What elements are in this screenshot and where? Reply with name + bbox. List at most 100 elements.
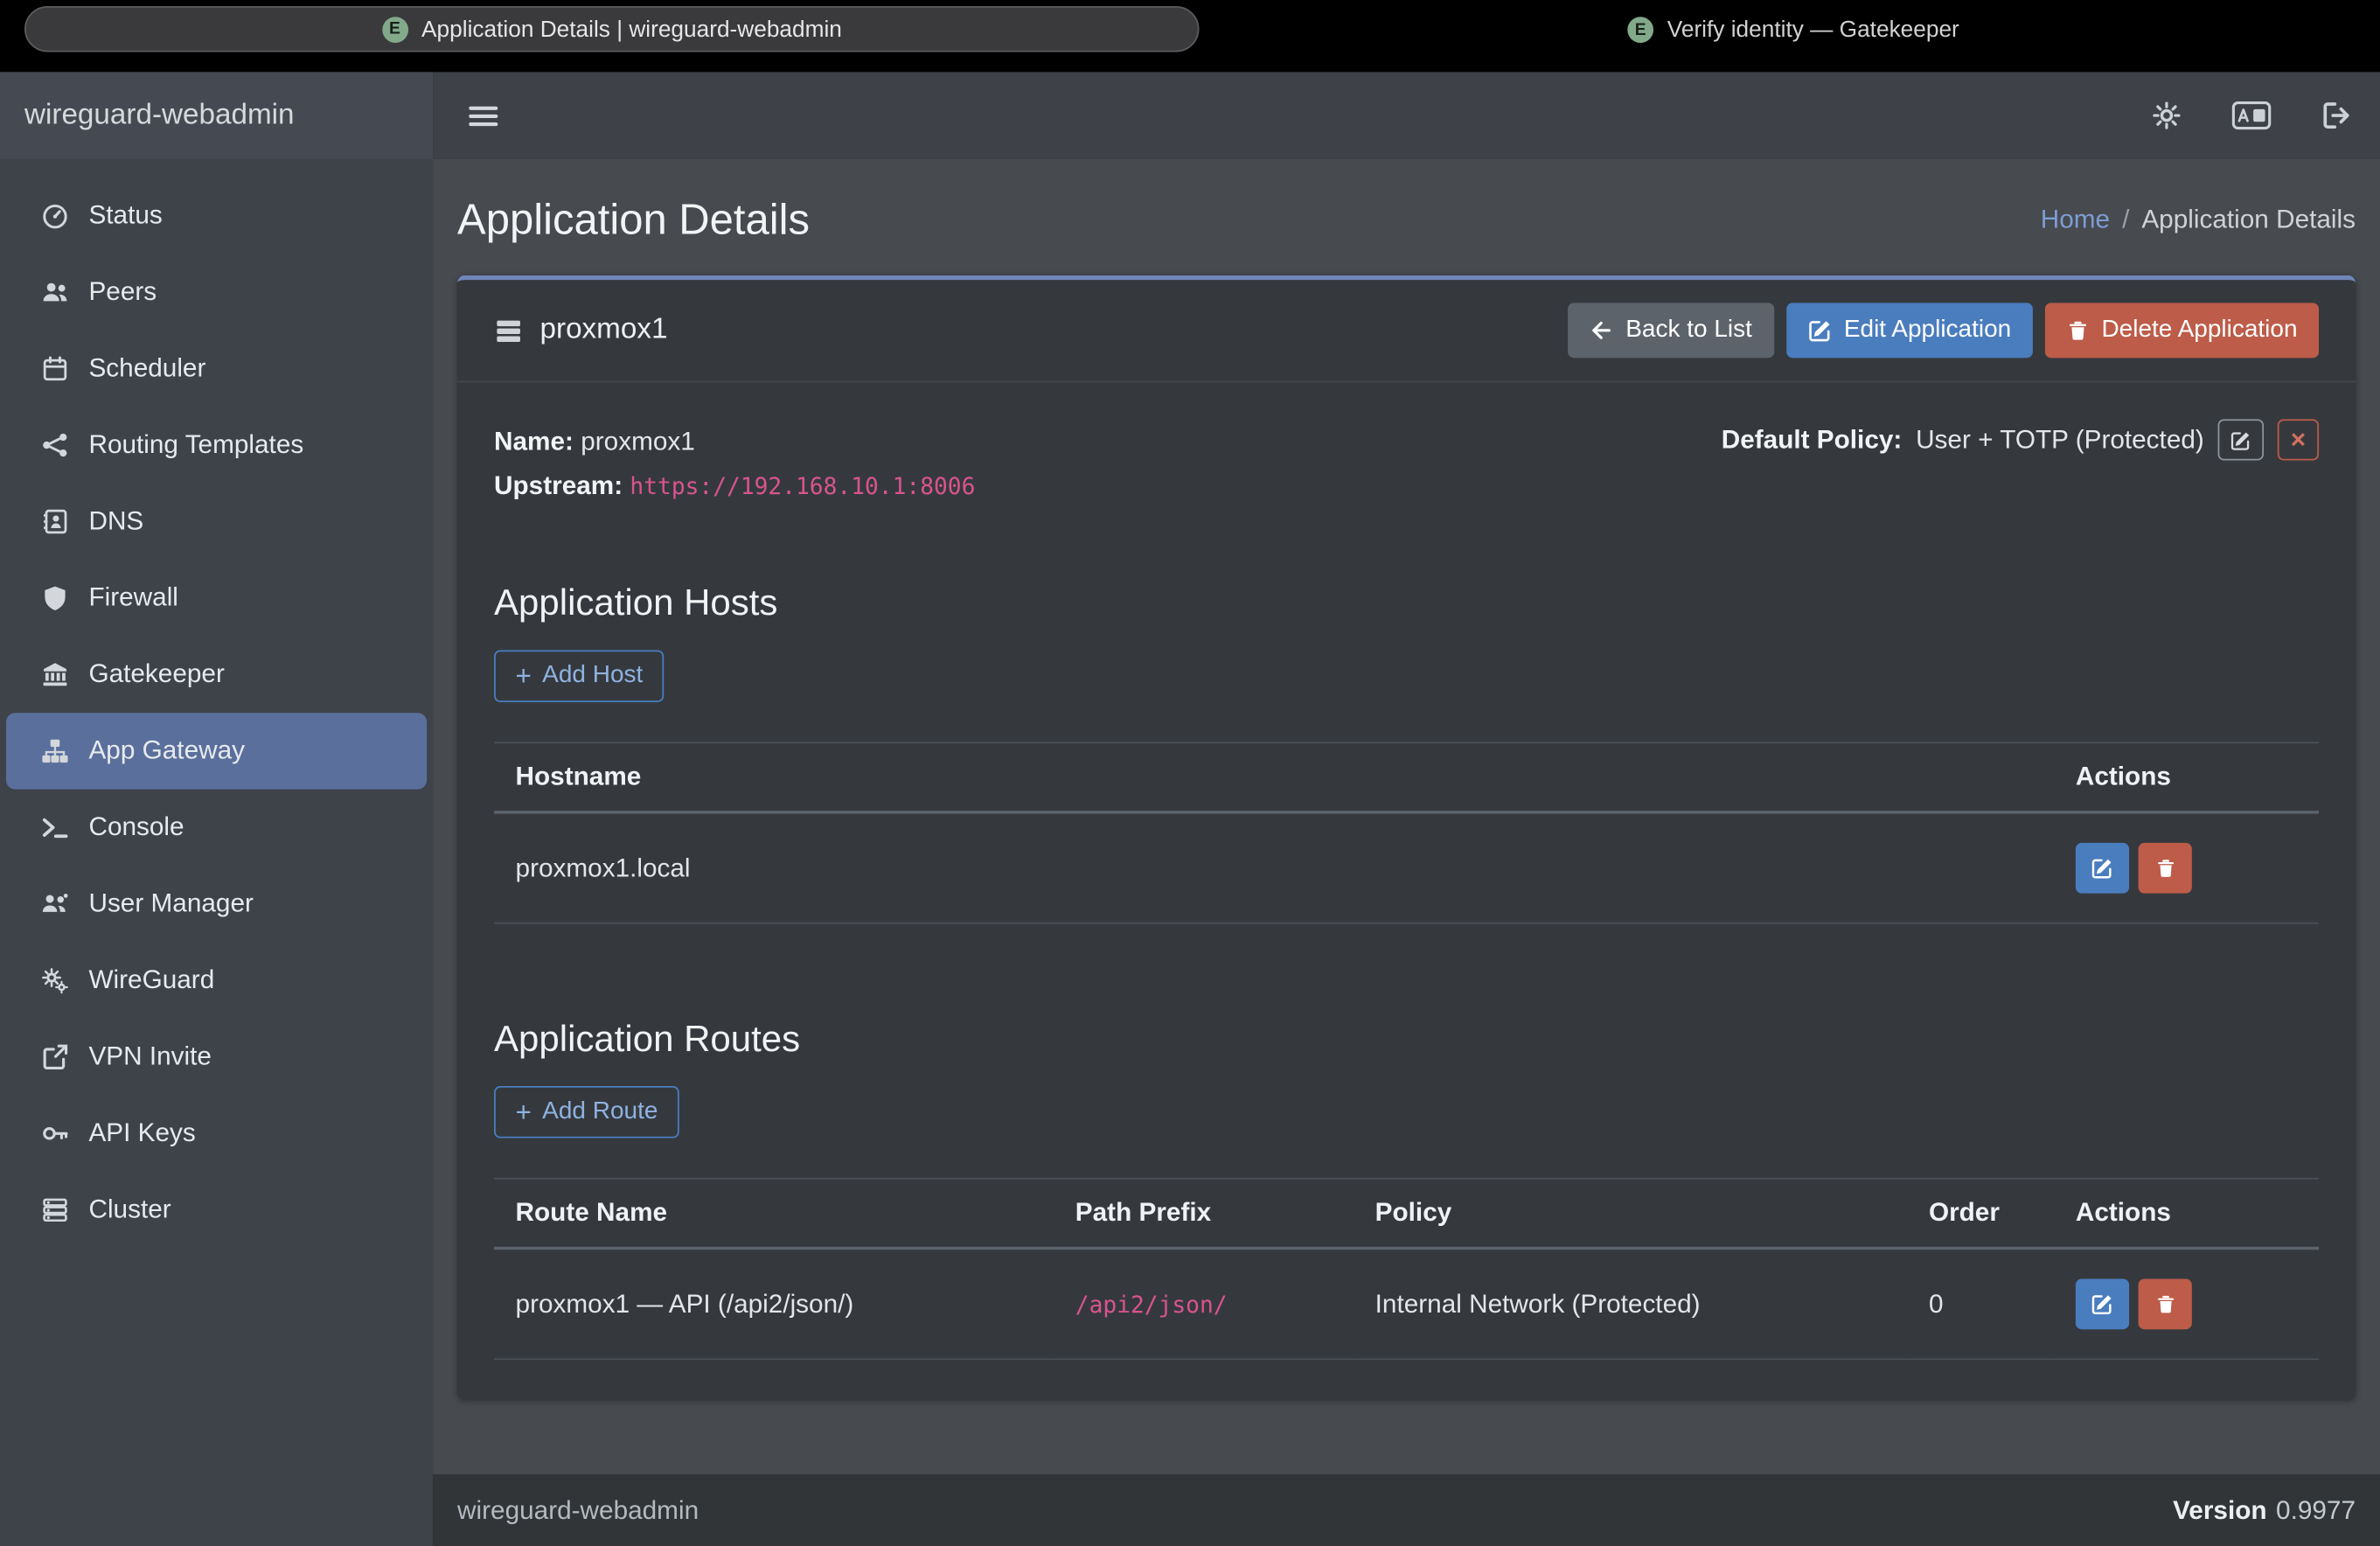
favicon-icon: E [382,16,408,42]
key-icon [37,1120,73,1147]
sidebar-item-scheduler[interactable]: Scheduler [6,331,427,407]
top-navbar [433,72,2380,159]
delete-host-button[interactable] [2139,843,2192,894]
upstream-label: Upstream: [494,471,623,500]
sidebar: wireguard-webadmin Status Peers Schedule… [0,72,433,1546]
clear-policy-button[interactable]: × [2278,419,2319,460]
sidebar-item-api-keys[interactable]: API Keys [6,1096,427,1172]
hosts-table: Hostname Actions proxmox1.local [494,742,2319,923]
routes-col-actions: Actions [2054,1179,2319,1249]
favicon-icon: E [1627,17,1653,43]
breadcrumb-home-link[interactable]: Home [2041,205,2110,235]
tab-title: Application Details | wireguard-webadmin [421,16,842,42]
terminal-icon [37,814,73,841]
bank-icon [37,661,73,688]
policy-cell: Internal Network (Protected) [1354,1248,1907,1359]
sidebar-item-wireguard[interactable]: WireGuard [6,943,427,1019]
sidebar-item-vpn-invite[interactable]: VPN Invite [6,1019,427,1095]
sidebar-item-cluster[interactable]: Cluster [6,1172,427,1248]
trash-icon [2154,857,2175,880]
sidebar-item-label: API Keys [88,1118,195,1149]
sidebar-item-user-manager[interactable]: User Manager [6,866,427,942]
sidebar-item-firewall[interactable]: Firewall [6,560,427,636]
pencil-square-icon [2230,429,2251,450]
routes-table: Route Name Path Prefix Policy Order Acti… [494,1178,2319,1360]
add-host-button[interactable]: + Add Host [494,650,665,701]
back-to-list-button[interactable]: Back to List [1568,303,1774,358]
calendar-icon [37,355,73,382]
pencil-square-icon [1807,318,1832,343]
routes-col-order: Order [1907,1179,2054,1249]
breadcrumb-current: Application Details [2141,205,2356,235]
sidebar-item-label: Firewall [88,583,177,614]
sidebar-item-peers[interactable]: Peers [6,254,427,330]
route-icon [37,431,73,458]
edit-policy-button[interactable] [2218,419,2264,460]
browser-tab-bar: E Application Details | wireguard-webadm… [0,0,2380,72]
routes-col-route-name: Route Name [494,1179,1054,1249]
breadcrumb: Home / Application Details [2041,205,2356,235]
upstream-value: https://192.168.10.1:8006 [630,473,975,500]
users-gear-icon [37,890,73,917]
hosts-section-title: Application Hosts [494,583,2319,626]
server-stack-icon [494,316,523,345]
gauge-icon [37,202,73,229]
routes-col-policy: Policy [1354,1179,1907,1249]
edit-route-button[interactable] [2076,1278,2129,1329]
routes-col-path-prefix: Path Prefix [1054,1179,1354,1249]
sidebar-item-app-gateway[interactable]: App Gateway [6,713,427,789]
name-value: proxmox1 [581,427,695,456]
hamburger-menu-icon[interactable] [461,93,506,138]
edit-host-button[interactable] [2076,843,2129,894]
sidebar-item-label: Scheduler [88,353,205,384]
table-row: proxmox1 — API (/api2/json/) /api2/json/… [494,1248,2319,1359]
add-route-button[interactable]: + Add Route [494,1086,679,1138]
routes-section-title: Application Routes [494,1019,2319,1062]
sidebar-item-label: Console [88,812,184,843]
sitemap-icon [37,737,73,764]
screen: E Application Details | wireguard-webadm… [0,0,2380,1546]
footer-brand: wireguard-webadmin [457,1495,699,1526]
application-name: proxmox1 [540,314,668,347]
sidebar-item-label: WireGuard [88,965,214,996]
path-prefix-cell: /api2/json/ [1054,1248,1354,1359]
sidebar-item-label: User Manager [88,888,253,919]
browser-tab-inactive[interactable]: E Verify identity — Gatekeeper [1627,8,1959,52]
table-row: proxmox1.local [494,812,2319,923]
sidebar-item-console[interactable]: Console [6,790,427,866]
plus-icon: + [516,662,532,689]
version-text: Version0.9977 [2173,1495,2356,1526]
trash-icon [2154,1292,2175,1315]
sidebar-item-status[interactable]: Status [6,178,427,254]
share-icon [37,1043,73,1070]
application-fields: Name: proxmox1 Upstream: https://192.168… [494,419,975,509]
brand: wireguard-webadmin [0,72,433,159]
sidebar-item-label: VPN Invite [88,1041,211,1072]
settings-gear-icon[interactable] [2151,100,2183,132]
sidebar-item-label: Gatekeeper [88,659,224,690]
plus-icon: + [516,1098,532,1125]
breadcrumb-separator: / [2122,205,2129,235]
delete-application-button[interactable]: Delete Application [2045,303,2319,358]
browser-tab-active[interactable]: E Application Details | wireguard-webadm… [24,6,1200,52]
edit-application-button[interactable]: Edit Application [1785,303,2032,358]
default-policy-label: Default Policy: [1722,424,1903,455]
sidebar-item-gatekeeper[interactable]: Gatekeeper [6,637,427,713]
sidebar-item-label: App Gateway [88,735,245,766]
sidebar-item-label: Routing Templates [88,430,303,461]
language-translate-icon[interactable] [2231,101,2271,129]
pencil-square-icon [2091,857,2113,880]
sidebar-item-label: Status [88,200,162,231]
users-icon [37,278,73,305]
gears-icon [37,967,73,994]
page-title: Application Details [457,196,810,245]
sidebar-item-label: Cluster [88,1194,170,1225]
sidebar-item-dns[interactable]: DNS [6,484,427,560]
delete-route-button[interactable] [2139,1278,2192,1329]
shield-icon [37,584,73,611]
order-cell: 0 [1907,1248,2054,1359]
sidebar-item-routing-templates[interactable]: Routing Templates [6,407,427,483]
sign-out-icon[interactable] [2321,100,2353,132]
default-policy-row: Default Policy: User + TOTP (Protected) … [1722,419,2319,460]
default-policy-value: User + TOTP (Protected) [1916,424,2204,455]
